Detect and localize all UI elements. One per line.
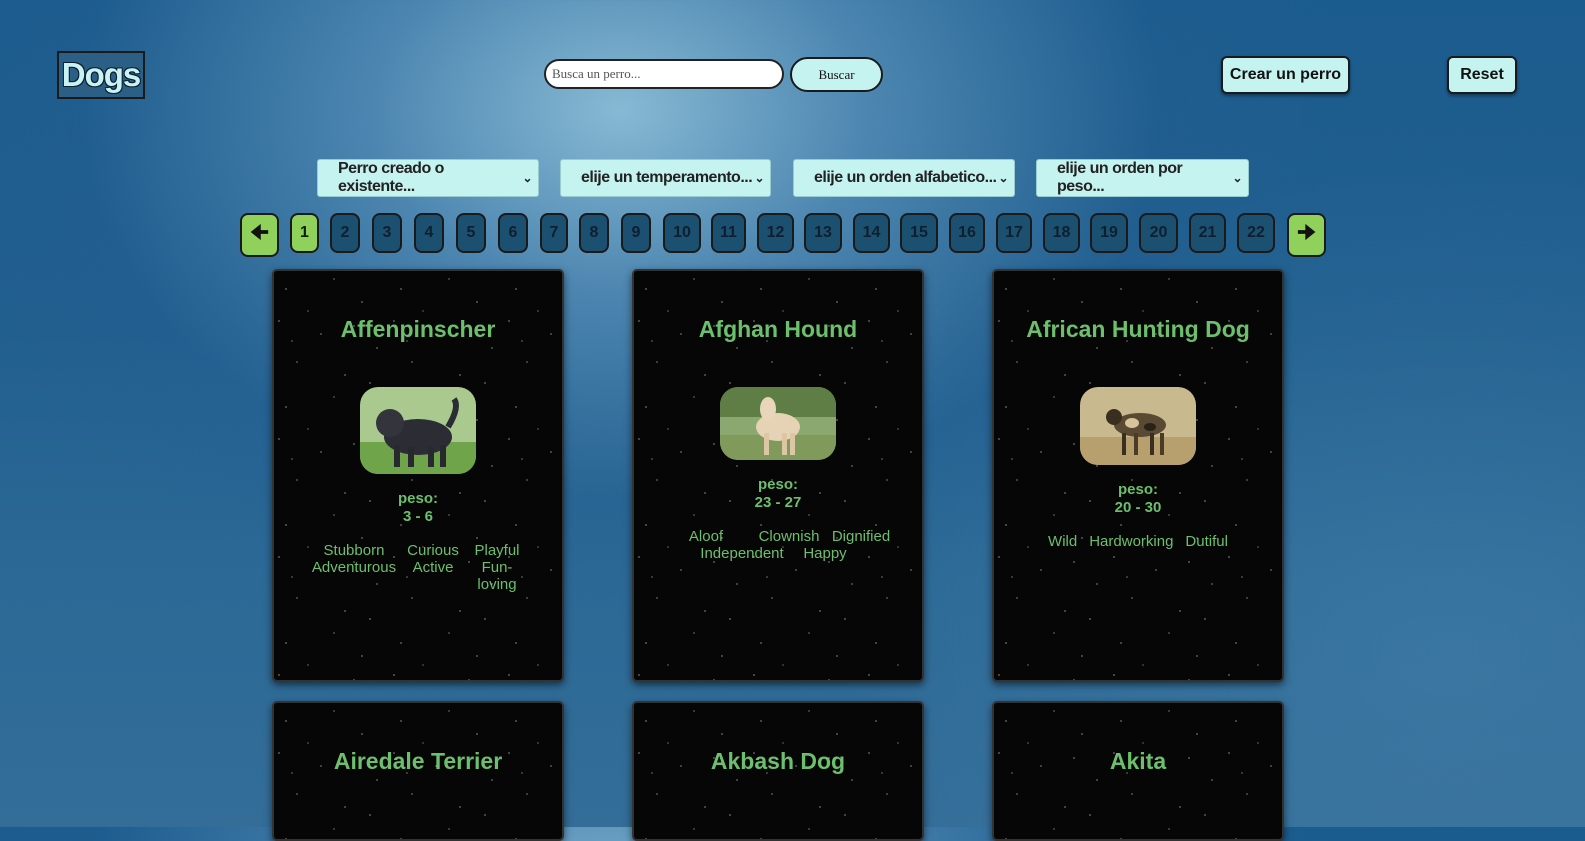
page-button-15[interactable]: 15 <box>900 213 938 253</box>
page-button-4[interactable]: 4 <box>414 213 444 253</box>
page-button-6[interactable]: 6 <box>498 213 528 253</box>
dog-name: Akita <box>1109 748 1167 774</box>
page-button-9[interactable]: 9 <box>621 213 651 253</box>
chevron-down-icon: ⌄ <box>522 171 532 185</box>
dog-card[interactable]: African Hunting Dog peso: 20 - 30 Wild H… <box>992 269 1284 682</box>
origin-filter-value: Perro creado o existente... <box>338 160 444 195</box>
alpha-order-value: elije un orden alfabetico... <box>814 169 997 186</box>
dog-card[interactable]: Airedale Terrier <box>272 701 564 841</box>
dog-image <box>720 387 836 460</box>
page-button-14[interactable]: 14 <box>853 213 890 253</box>
temperament-item: Independent <box>700 545 784 562</box>
temperament-item: Adventurous <box>311 559 397 576</box>
dog-image <box>360 387 476 474</box>
alpha-order-select[interactable]: elije un orden alfabetico... ⌄ <box>793 159 1015 197</box>
page-button-13[interactable]: 13 <box>804 213 842 253</box>
page-button-21[interactable]: 21 <box>1189 213 1226 253</box>
dog-card[interactable]: Akita <box>992 701 1284 841</box>
page-button-7[interactable]: 7 <box>540 213 568 253</box>
arrow-left-icon: 🠈 <box>250 222 269 244</box>
origin-filter-select[interactable]: Perro creado o existente... ⌄ <box>317 159 539 197</box>
temperament-item: Clownish <box>758 528 820 545</box>
temperament-filter-value: elije un temperamento... <box>581 169 753 186</box>
page-button-2[interactable]: 2 <box>330 213 360 253</box>
arrow-right-icon: 🠊 <box>1297 222 1316 244</box>
dog-name: Akbash Dog <box>710 748 846 774</box>
page-button-11[interactable]: 11 <box>711 213 746 253</box>
temperament-item: Active <box>412 559 454 576</box>
temperament-item: Stubborn <box>323 542 385 559</box>
page-button-16[interactable]: 16 <box>949 213 985 253</box>
temperament-item: Playful <box>474 542 520 559</box>
temperament-item: Dignified <box>831 528 891 545</box>
chevron-down-icon: ⌄ <box>998 171 1008 185</box>
peso-value: 23 - 27 <box>754 494 802 511</box>
temperament-filter-select[interactable]: elije un temperamento... ⌄ <box>560 159 771 197</box>
temperament-item: Happy <box>803 545 847 562</box>
page-button-17[interactable]: 17 <box>996 213 1032 253</box>
temperament-item: Wild <box>1048 533 1078 550</box>
dog-name: African Hunting Dog <box>1026 316 1250 342</box>
peso-value: 20 - 30 <box>1114 499 1162 516</box>
temperament-list: Aloof Clownish Dignified Independent Hap… <box>654 528 902 562</box>
dog-name: Afghan Hound <box>698 316 858 342</box>
page-button-22[interactable]: 22 <box>1237 213 1275 253</box>
dog-card[interactable]: Affenpinscher peso: 3 - 6 Stubborn Curio… <box>272 269 564 682</box>
reset-button[interactable]: Reset <box>1447 56 1517 94</box>
dog-image <box>1080 387 1196 465</box>
logo[interactable]: Dogs <box>57 51 145 99</box>
temperament-list: Stubborn Curious Playful Adventurous Act… <box>294 542 542 593</box>
temperament-item: Hardworking <box>1089 533 1174 550</box>
temperament-list: Wild Hardworking Dutiful <box>1014 533 1262 550</box>
peso-label: peso: <box>397 490 438 507</box>
page-button-10[interactable]: 10 <box>663 213 701 253</box>
create-dog-button[interactable]: Crear un perro <box>1221 56 1350 94</box>
dog-card[interactable]: Akbash Dog <box>632 701 924 841</box>
next-page-button[interactable]: 🠊 <box>1287 213 1326 257</box>
weight-order-value: elije un orden por peso... <box>1057 160 1183 195</box>
peso-label: peso: <box>757 476 798 493</box>
temperament-item: Fun-loving <box>477 559 517 593</box>
page-button-18[interactable]: 18 <box>1043 213 1080 253</box>
dog-name: Affenpinscher <box>340 316 496 342</box>
prev-page-button[interactable]: 🠈 <box>240 213 279 257</box>
peso-value: 3 - 6 <box>402 508 433 525</box>
dog-card[interactable]: Afghan Hound peso: 23 - 27 Aloof Clownis… <box>632 269 924 682</box>
page-button-3[interactable]: 3 <box>372 213 402 253</box>
temperament-item: Curious <box>407 542 459 559</box>
page-button-8[interactable]: 8 <box>579 213 609 253</box>
logo-text: Dogs <box>61 56 141 93</box>
chevron-down-icon: ⌄ <box>754 171 764 185</box>
chevron-down-icon: ⌄ <box>1232 171 1242 185</box>
page-button-12[interactable]: 12 <box>757 213 794 253</box>
temperament-item: Dutiful <box>1185 533 1228 550</box>
search-button[interactable]: Buscar <box>790 57 883 92</box>
weight-order-select[interactable]: elije un orden por peso... ⌄ <box>1036 159 1249 197</box>
dog-name: Airedale Terrier <box>333 748 503 774</box>
page-button-19[interactable]: 19 <box>1090 213 1128 253</box>
search-input[interactable] <box>544 59 784 89</box>
peso-label: peso: <box>1117 481 1158 498</box>
page-button-1[interactable]: 1 <box>290 213 319 253</box>
temperament-item: Aloof <box>688 528 724 545</box>
page-button-20[interactable]: 20 <box>1139 213 1178 253</box>
page-button-5[interactable]: 5 <box>456 213 486 253</box>
